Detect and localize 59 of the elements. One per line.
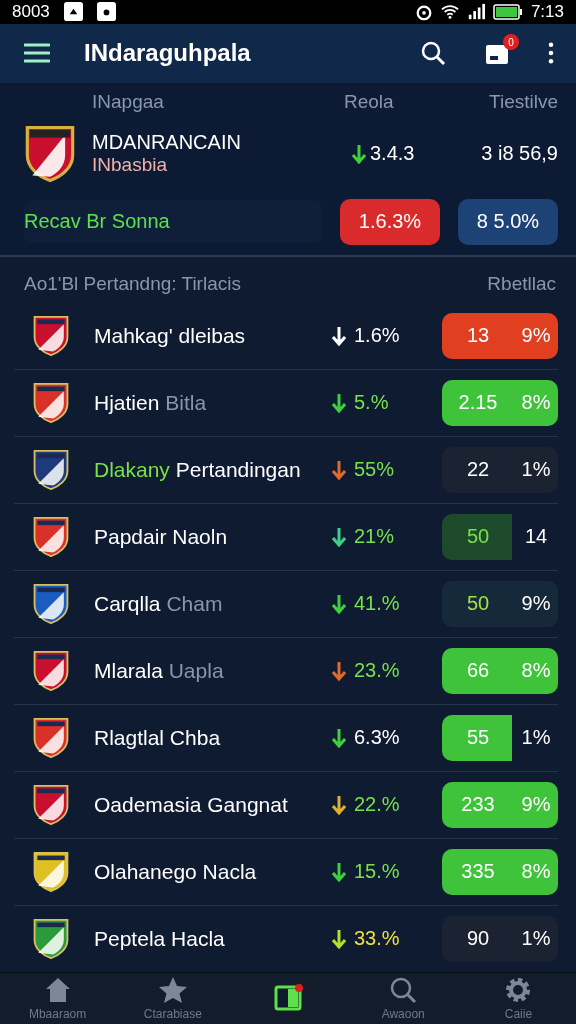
crest-icon (24, 124, 76, 183)
team-name: Peptela Hacla (94, 926, 226, 951)
score-badge: 66 8% (442, 647, 558, 694)
score-badge: 13 9% (442, 312, 558, 359)
wifi-icon (440, 2, 459, 21)
column-header: INapgaa (92, 90, 165, 113)
carrier-text: 8003 (12, 1, 50, 22)
change-text: 33.% (354, 927, 401, 951)
search-icon[interactable] (420, 40, 446, 67)
team-name: Carqlla Cham (94, 591, 224, 616)
star-icon (157, 975, 188, 1006)
score-badge: 2.15 8% (442, 379, 558, 426)
team-name: Rlagtlal Chba (94, 725, 222, 750)
team-name: Papdair Naoln (94, 524, 229, 549)
team-subtitle: INbasbia (92, 154, 168, 177)
team-name: Mlarala Uapla (94, 658, 225, 683)
percent-badge: 8 5.0% (458, 198, 558, 245)
team-name: Oademasia Gangnat (94, 792, 289, 817)
nav-tab[interactable]: Awaoon (345, 972, 461, 1024)
more-icon[interactable] (548, 42, 554, 65)
notification-badge: 0 (503, 34, 519, 51)
arrow-icon (352, 143, 366, 164)
score-badge: 233 9% (442, 781, 558, 828)
score-badge: 50 9% (442, 580, 558, 627)
note-text: Recav Br Sonna (24, 200, 322, 244)
change-text: 55% (354, 458, 396, 482)
battery-icon (492, 3, 523, 20)
column-header: Reola (344, 90, 395, 113)
board-icon (273, 983, 303, 1014)
percent-badge: 1.6.3% (340, 198, 440, 245)
change-text: 23.% (354, 659, 401, 683)
section-title: Ao1'Bl Pertandng: Tirlacis (24, 272, 241, 295)
change-text: 22.% (354, 793, 401, 817)
team-name: MDANRANCAIN (92, 131, 242, 155)
change-text: 5.% (354, 391, 390, 415)
score-badge: 90 1% (442, 915, 558, 962)
column-header: Rbetllac (487, 272, 556, 295)
change-text: 15.% (354, 860, 401, 884)
team-name: Mahkag' dleibas (94, 323, 247, 348)
nav-tab[interactable]: Mbaaraom (0, 972, 116, 1024)
change-text: 6.3% (354, 726, 401, 750)
clock-text: 7:13 (530, 1, 564, 22)
score-badge: 22 1% (442, 446, 558, 493)
change-text: 21% (354, 525, 396, 549)
value-text: 3.4.3 (370, 142, 416, 166)
nav-tab[interactable]: Caiie (460, 972, 576, 1024)
team-name: Dlakany Pertandingan (94, 457, 302, 482)
total-text: 3 i8 56,9 (480, 142, 558, 166)
column-header: Tiestilve (488, 90, 558, 113)
search-icon (388, 975, 419, 1006)
menu-icon[interactable] (24, 43, 50, 64)
team-name: Hjatien Bitla (94, 390, 208, 415)
nav-tab[interactable]: Ctarabiase (115, 972, 231, 1024)
change-text: 1.6% (354, 324, 401, 348)
app-title: INdaraguhpala (84, 39, 252, 68)
signal-icon (466, 2, 485, 21)
score-badge: 335 8% (442, 848, 558, 895)
team-name: Olahanego Nacla (94, 859, 258, 884)
change-text: 41.% (354, 592, 401, 616)
